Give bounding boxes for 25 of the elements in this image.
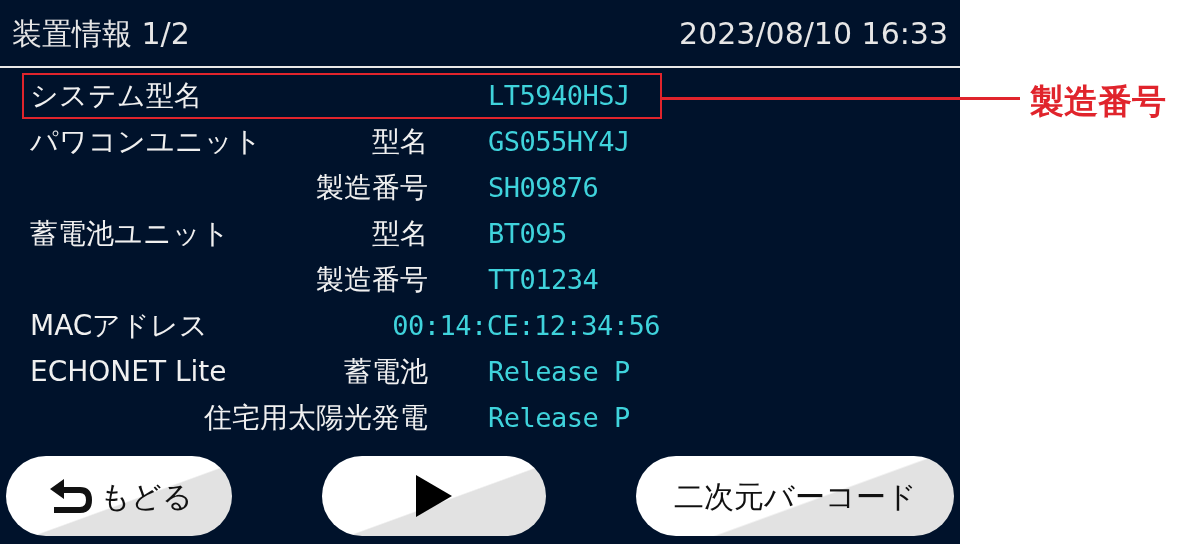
field-sublabel: 蓄電池 <box>344 354 428 390</box>
back-button[interactable]: もどる <box>6 456 232 536</box>
field-label: ECHONET Lite <box>30 354 227 390</box>
play-icon <box>414 473 454 519</box>
field-value: GS055HY4J <box>488 124 630 159</box>
callout-label: 製造番号 <box>1030 80 1166 123</box>
field-label: 蓄電池ユニット <box>30 216 230 252</box>
field-value: TT01234 <box>488 262 599 297</box>
field-sublabel: 住宅用太陽光発電 <box>204 400 428 436</box>
date-time: 2023/08/10 16:33 <box>679 14 948 53</box>
field-sublabel: 製造番号 <box>316 170 428 206</box>
field-sublabel: 型名 <box>372 124 428 160</box>
field-value: BT095 <box>488 216 567 251</box>
field-value: Release P <box>488 354 630 389</box>
field-value: LT5940HSJ <box>488 78 630 113</box>
field-label: パワコンユニット <box>30 124 262 160</box>
field-label: システム型名 <box>30 78 202 114</box>
barcode-button[interactable]: 二次元バーコード <box>636 456 954 536</box>
field-value: SH09876 <box>488 170 599 205</box>
field-value: 00:14:CE:12:34:56 <box>392 308 660 343</box>
field-label: MACアドレス <box>30 308 209 344</box>
field-value: Release P <box>488 400 630 435</box>
screen-title: 装置情報 1/2 <box>12 14 190 53</box>
field-sublabel: 型名 <box>372 216 428 252</box>
field-sublabel: 製造番号 <box>316 262 428 298</box>
